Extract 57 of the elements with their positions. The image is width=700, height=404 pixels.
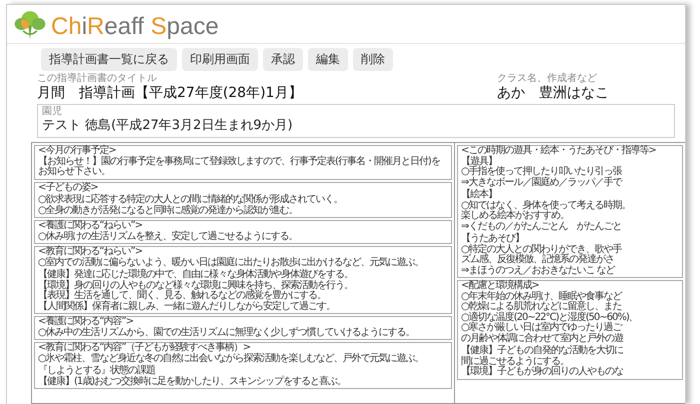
- plan-text-line: 【健康】(1歳)おむつ交換時に足を動かしたり、スキンシップをすると喜ぶ。: [38, 376, 346, 387]
- plan-text-line: ズム感、反復模倣、記憶系の発達がさ: [461, 255, 614, 266]
- plan-text-line: ○休み明けの生活リズムを整え、安定して過ごせるようにする。: [38, 232, 298, 242]
- plan-text-line: <養護に関わる“ねらい”>: [38, 221, 142, 231]
- plan-text-line: 【環境】子どもが身の回りの人やものな: [461, 367, 623, 378]
- toolbar-button[interactable]: 指導計画書一覧に戻る: [41, 48, 177, 71]
- plan-text-line: 【表現】生活を通して、聞く、見る、触れるなどの感覚を豊かにする。: [38, 291, 326, 301]
- plan-text-line: 【環境】身の回りの人やものなど様々な環境に興味を持ち、探索活動を行う。: [38, 280, 353, 290]
- toolbar-button[interactable]: 承認: [263, 48, 303, 71]
- plan-text-line: 【健康】子どもの自発的な活動を大切に: [461, 346, 623, 356]
- author-text: あか 豊洲はなこ: [497, 84, 610, 102]
- logo-text: i: [82, 13, 88, 41]
- logo-text: S: [150, 13, 167, 41]
- plan-text-line: 楽しめる絵本がおすすめ。: [461, 211, 569, 222]
- plan-text-line: <教育に関わる“内容”（子どもが経験すべき事柄）>: [38, 343, 250, 353]
- plan-text-line: 【お知らせ！】園の行事予定を事務局にて登録致しますので、行事予定表(行事名・開催月と日付)をお知らせ下さい。: [38, 156, 441, 178]
- toolbar-button[interactable]: 削除: [353, 48, 393, 71]
- plan-text-line: ○知ではなく、身体を使って考える時期。: [461, 200, 631, 210]
- plan-text-line: 【遊具】: [461, 156, 497, 166]
- plan-text-line: ○年末年始の休み明け、睡眠や食事など: [461, 292, 622, 302]
- plan-text-line: ○欲求表現に応答する特定の大人との間に情緒的な関係が形成されていく。: [38, 195, 343, 205]
- plan-text-line: 【絵本】: [461, 190, 497, 200]
- plan-text-line: <この時期の遊具・絵本・うたあそび・指導等>: [461, 146, 656, 156]
- field-label: 園児: [42, 106, 62, 117]
- plan-text-line: <今月の行事予定>: [38, 146, 116, 156]
- plan-text-line: 【人間関係】保育者に親しみ、一緒に遊んだりしながら安定して過ごす。: [38, 302, 335, 312]
- child-name: テスト 徳島(平成27年3月2日生まれ9か月): [42, 117, 293, 134]
- plan-text-line: ○全身の動きが活発になると同時に感覚の発達から認知が進む。: [38, 206, 298, 216]
- toolbar-button[interactable]: 印刷用画面: [182, 48, 258, 71]
- field-label: クラス名、作成者など: [497, 73, 598, 84]
- plan-text-line: ○氷や霜柱、雪など身近な冬の自然に出会いながら探索活動を楽しむなど、戸外で元気に遊ぶ。: [38, 354, 424, 364]
- plan-text-line: 【健康】発達に応じた環境の中で、自由に様々な身体活動や身体遊びをする。: [38, 270, 353, 280]
- plan-text-line: ⇒くだもの／がたんごとん がたんごと: [461, 222, 622, 232]
- logo-text: pace: [166, 13, 219, 41]
- plan-text-line: の月齢や体調に合わせて室内と戸外の遊: [461, 334, 623, 344]
- plan-text-line: ○休み中の生活リズムから、園での生活リズムに無理なく少しずつ慣していけるようにする。: [38, 328, 415, 338]
- plan-text-line: ⇒大きなボール／園庭め／ラッパ／手で: [461, 178, 622, 188]
- plan-text-line: 間に過ごせるようにする。: [461, 356, 569, 366]
- plan-text-line: <子どもの姿>: [38, 182, 98, 193]
- plan-text-line: <養護に関わる“内容”>: [38, 317, 134, 327]
- plan-text-line: ○特定の大人との関わりができ、歌や手: [461, 244, 622, 254]
- plan-title: 月間 指導計画【平成27年度(28年)1月】: [37, 84, 304, 102]
- logo-text: R: [87, 13, 104, 41]
- plan-text-line: ○室内での活動に偏らないよう、暖かい日は園庭に出たりお散歩に出かけるなど、元気に遊ぶ。: [38, 258, 424, 268]
- field-label: この指導計画書のタイトル: [37, 73, 158, 84]
- plan-text-line: 【うたあそび】: [461, 234, 524, 244]
- logo-text: Ch: [51, 13, 82, 41]
- logo-text: eaff: [104, 13, 145, 41]
- plan-text-line: ○適切な温度(20~22℃)と湿度(50~60%)、: [461, 312, 638, 322]
- plan-text-line: 『しようとする』状態の課題: [38, 366, 155, 376]
- plan-text-line: <教育に関わる“ねらい”>: [38, 247, 142, 257]
- toolbar-button[interactable]: 編集: [308, 48, 348, 71]
- plan-text-line: ⇒まほうのつえ／おおきなたいこ など: [461, 266, 615, 276]
- plan-text-line: ○寒さが厳しい日は室内でゆったり過ご: [461, 323, 622, 333]
- plan-text-line: <配慮と環境構成>: [461, 281, 539, 291]
- plan-text-line: ○乾燥による肌荒れなどに留意し、また: [461, 302, 622, 312]
- plan-text-line: ○手指を使って押したり叩いたり引っ張: [461, 167, 622, 177]
